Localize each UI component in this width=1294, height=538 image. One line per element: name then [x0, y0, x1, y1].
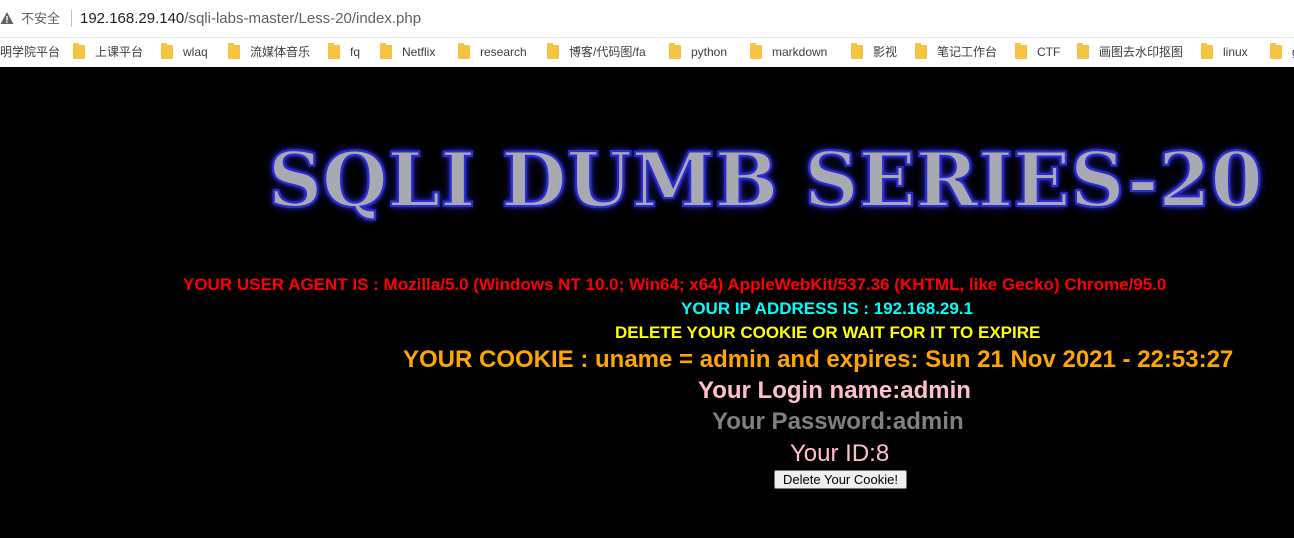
warning-icon[interactable]	[0, 11, 14, 25]
folder-icon	[228, 43, 240, 59]
bookmark-item[interactable]: 画图去水印抠图	[1077, 43, 1184, 60]
bookmark-item[interactable]: python	[669, 43, 728, 60]
bookmark-item[interactable]: Netflix	[380, 43, 436, 60]
delete-cookie-notice: DELETE YOUR COOKIE OR WAIT FOR IT TO EXP…	[615, 323, 1041, 342]
delete-cookie-button[interactable]: Delete Your Cookie!	[774, 470, 907, 489]
login-name-text: Your Login name:admin	[698, 377, 971, 404]
folder-icon	[73, 43, 85, 59]
folder-icon	[1015, 43, 1027, 59]
bookmark-label: 博客/代码图/fa	[569, 45, 646, 59]
bookmark-item[interactable]: 明学院平台	[0, 44, 60, 60]
bookmark-item[interactable]: linux	[1201, 43, 1248, 60]
bookmark-item[interactable]: CTF	[1015, 43, 1061, 60]
folder-icon	[547, 43, 559, 59]
bookmark-item[interactable]: 流媒体音乐	[228, 43, 311, 60]
bookmark-item[interactable]: 影视	[851, 43, 898, 60]
user-id-text: Your ID:8	[790, 440, 890, 467]
bookmark-label: python	[691, 45, 728, 59]
bookmark-label: markdown	[772, 45, 828, 59]
bookmark-label: 流媒体音乐	[250, 45, 311, 59]
folder-icon	[458, 43, 470, 59]
folder-icon	[328, 43, 340, 59]
folder-icon	[851, 43, 863, 59]
bookmark-label: 明学院平台	[0, 45, 61, 59]
user-agent-text: YOUR USER AGENT IS : Mozilla/5.0 (Window…	[183, 275, 1167, 294]
bookmark-label: linux	[1223, 45, 1248, 59]
bookmark-item[interactable]: 笔记工作台	[915, 43, 998, 60]
bookmark-item[interactable]: research	[458, 43, 527, 60]
security-status-label[interactable]: 不安全	[21, 11, 60, 27]
bookmark-item[interactable]: wlaq	[161, 43, 208, 60]
bookmark-label: wlaq	[183, 45, 208, 59]
folder-icon	[915, 43, 927, 59]
cookie-text: YOUR COOKIE : uname = admin and expires:…	[403, 346, 1234, 373]
bookmark-item[interactable]: 上课平台	[73, 43, 144, 60]
ip-address-text: YOUR IP ADDRESS IS : 192.168.29.1	[681, 299, 973, 318]
divider	[71, 10, 72, 27]
address-bar[interactable]: 不安全 192.168.29.140/sqli-labs-master/Less…	[0, 0, 1294, 38]
bookmarks-bar: 明学院平台 上课平台 wlaq 流媒体音乐 fq Netflix researc…	[0, 38, 1294, 67]
folder-icon	[161, 43, 173, 59]
bookmark-item[interactable]: 博客/代码图/fa	[547, 43, 646, 60]
bookmark-label: Netflix	[402, 45, 436, 59]
password-text: Your Password:admin	[712, 408, 964, 435]
url-host: 192.168.29.140	[80, 10, 185, 27]
url-path: /sqli-labs-master/Less-20/index.php	[184, 10, 422, 27]
folder-icon	[669, 43, 681, 59]
bookmark-label: research	[480, 45, 527, 59]
bookmark-label: CTF	[1037, 45, 1061, 59]
folder-icon	[380, 43, 392, 59]
folder-icon	[1270, 43, 1282, 59]
bookmark-label: 笔记工作台	[937, 45, 998, 59]
bookmark-label: 画图去水印抠图	[1099, 45, 1184, 59]
bookmark-item[interactable]: markdown	[750, 43, 828, 60]
page-banner-title: SQLI DUMB SERIES-20	[267, 130, 1264, 230]
bookmark-label: 影视	[873, 45, 898, 59]
folder-icon	[1077, 43, 1089, 59]
bookmark-item[interactable]: fq	[328, 43, 361, 60]
bookmark-item[interactable]: g	[1270, 43, 1294, 60]
url-text[interactable]: 192.168.29.140/sqli-labs-master/Less-20/…	[80, 10, 421, 28]
folder-icon	[750, 43, 762, 59]
bookmark-label: 上课平台	[95, 45, 144, 59]
bookmark-label: fq	[350, 45, 361, 59]
folder-icon	[1201, 43, 1213, 59]
